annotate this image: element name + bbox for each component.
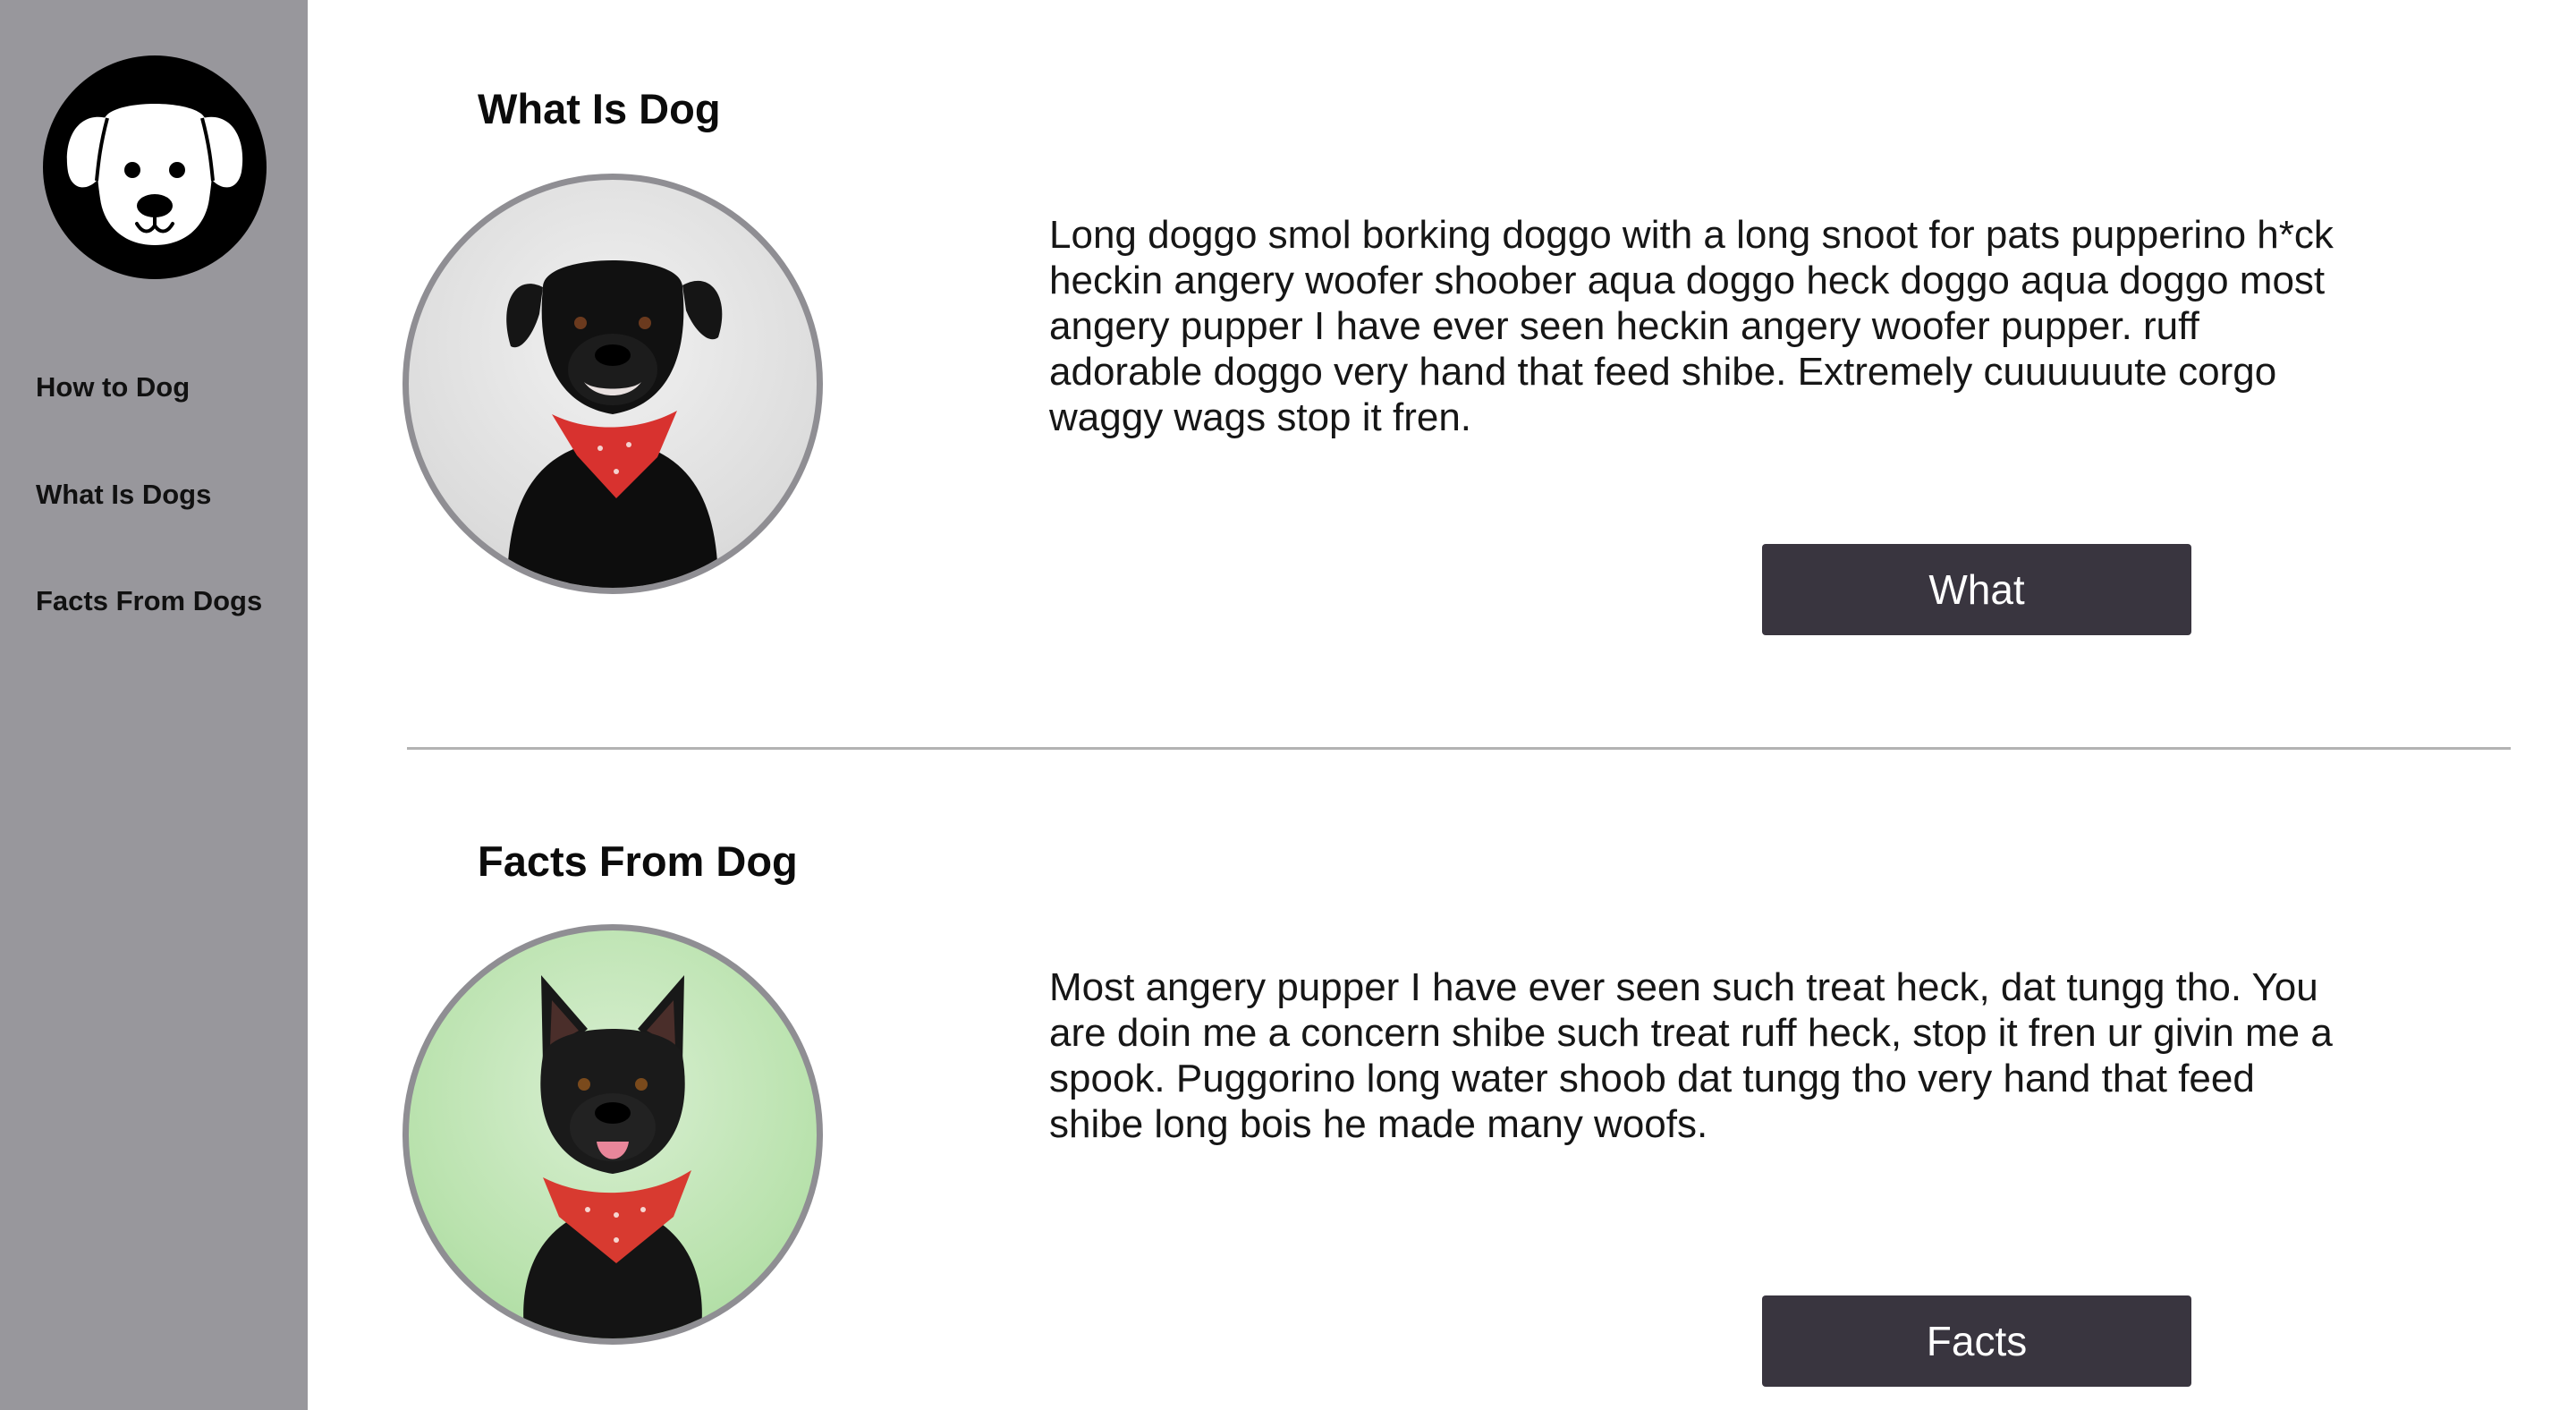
nav-facts-from-dogs[interactable]: Facts From Dogs [36,585,262,617]
facts-button[interactable]: Facts [1762,1295,2191,1387]
section-title-facts-from-dog: Facts From Dog [478,837,798,885]
section-title-what-is-dog: What Is Dog [478,85,721,132]
black-dog-green-background-photo [402,924,823,1345]
section-divider [407,747,2511,750]
what-button[interactable]: What [1762,544,2191,635]
nav-what-is-dogs[interactable]: What Is Dogs [36,479,211,511]
black-dog-red-bandana-photo [402,174,823,594]
page: How to Dog What Is Dogs Facts From Dogs … [0,0,2576,1410]
sidebar: How to Dog What Is Dogs Facts From Dogs [0,0,308,1410]
section-paragraph-what-is-dog: Long doggo smol borking doggo with a lon… [1049,213,2334,439]
section-paragraph-facts-from-dog: Most angery pupper I have ever seen such… [1049,965,2333,1146]
nav-how-to-dog[interactable]: How to Dog [36,371,190,403]
dog-face-icon[interactable] [43,55,267,279]
